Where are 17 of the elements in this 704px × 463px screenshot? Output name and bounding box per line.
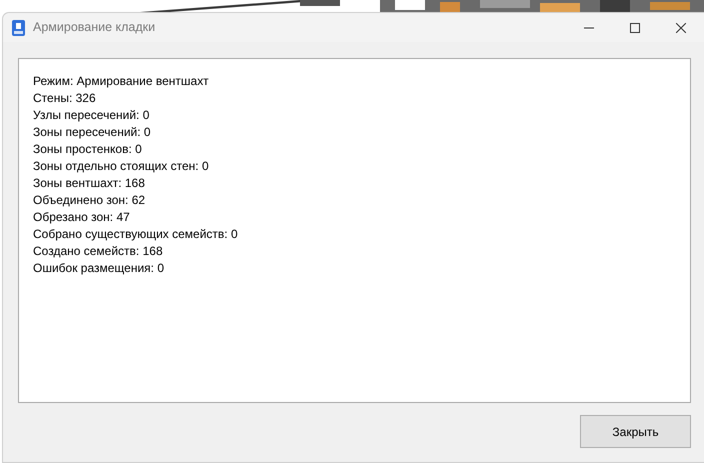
maximize-icon [630,22,640,32]
report-line: Объединено зон: 62 [33,192,146,209]
report-line: Собрано существующих семейств: 0 [33,226,239,243]
report-line: Ошибок размещения: 0 [33,260,166,277]
report-line: Режим: Армирование вентшахт [33,73,210,90]
report-line: Зоны простенков: 0 [33,141,143,158]
window-title: Армирование кладки [33,19,156,36]
report-line: Зоны пересечений: 0 [33,124,152,141]
report-line: Зоны вентшахт: 168 [33,175,146,192]
report-line: Узлы пересечений: 0 [33,107,150,124]
report-line: Обрезано зон: 47 [33,209,131,226]
app-icon [12,20,25,36]
close-icon [676,22,686,32]
report-line: Стены: 326 [33,90,97,107]
close-dialog-button[interactable]: Закрыть [580,415,691,448]
report-line: Создано семейств: 168 [33,243,164,260]
report-line: Зоны отдельно стоящих стен: 0 [33,158,210,175]
